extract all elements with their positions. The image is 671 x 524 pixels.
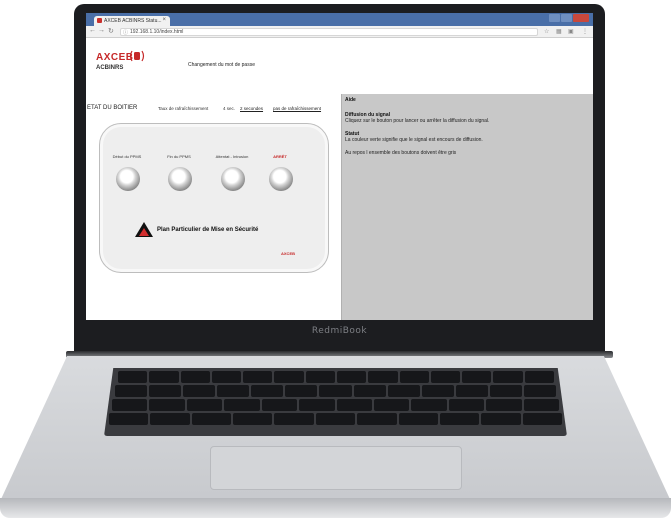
touchpad <box>210 446 462 490</box>
laptop-front-edge <box>0 498 671 518</box>
menu-icon[interactable]: ⋮ <box>582 28 588 35</box>
help-rest-text: Au repos l ensemble des boutons doivent … <box>345 150 457 156</box>
button-label-end: Fin du PPMS <box>167 154 191 159</box>
tab-close-icon[interactable]: × <box>162 17 166 23</box>
help-panel: Aide Diffusion du signal Cliquez sur le … <box>341 94 593 320</box>
help-section2-text: La couleur verte signifie que le signal … <box>345 137 483 143</box>
help-section1-text: Cliquez sur le bouton pour lancer ou arr… <box>345 118 490 124</box>
intrusion-button[interactable] <box>221 167 245 191</box>
ppms-end-button[interactable] <box>168 167 192 191</box>
refresh-label: Taux de rafraîchissement <box>158 106 209 111</box>
key-row <box>109 413 562 425</box>
browser-tab[interactable]: AXCEB ACBINRS Statu... × <box>94 16 170 26</box>
status-title: ETAT DU BOITIER <box>87 105 138 111</box>
forward-icon[interactable]: → <box>98 27 105 34</box>
url-text: 192.168.1.10/index.html <box>130 29 184 35</box>
key-row <box>112 399 560 411</box>
url-field[interactable]: ⓘ 192.168.1.10/index.html <box>120 28 538 36</box>
help-title: Aide <box>345 97 356 103</box>
device-logo: AXCEB <box>281 251 296 256</box>
extension-icon-2[interactable]: ▣ <box>568 28 574 35</box>
bookmark-star-icon[interactable]: ☆ <box>544 28 549 35</box>
window-close-button[interactable] <box>573 14 589 22</box>
key-row <box>115 385 557 397</box>
reload-icon[interactable]: ↻ <box>108 27 114 35</box>
extension-icon[interactable]: ▦ <box>556 28 562 35</box>
button-label-stop: ARRÊT <box>273 154 287 159</box>
keyboard <box>104 368 567 436</box>
tab-title: AXCEB ACBINRS Statu... <box>104 18 162 24</box>
maximize-button[interactable] <box>561 14 572 22</box>
browser-titlebar: AXCEB ACBINRS Statu... × <box>86 13 593 26</box>
broadcast-icon <box>129 50 145 62</box>
address-bar-row: ← → ↻ ⓘ 192.168.1.10/index.html ☆ ▦ ▣ ⋮ <box>86 26 593 38</box>
browser-window: AXCEB ACBINRS Statu... × ← → ↻ ⓘ 192.168… <box>86 13 593 320</box>
key-row <box>118 371 554 383</box>
info-icon: ⓘ <box>123 30 129 36</box>
refresh-option-none[interactable]: pas de rafraîchissement <box>273 106 321 111</box>
back-icon[interactable]: ← <box>89 27 96 34</box>
product-name: ACBINRS <box>96 65 124 71</box>
button-label-start: Début du PPMS <box>112 154 142 159</box>
laptop-photo: AXCEB ACBINRS Statu... × ← → ↻ ⓘ 192.168… <box>0 0 671 524</box>
window-controls <box>549 14 589 22</box>
ppms-start-button[interactable] <box>116 167 140 191</box>
change-password-link[interactable]: Changement du mot de passe <box>188 62 255 68</box>
device-panel: Début du PPMS Fin du PPMS Attentat - Int… <box>99 123 329 273</box>
laptop-brand: RedmiBook <box>311 326 368 336</box>
refresh-value: 4 sec. <box>223 106 236 111</box>
minimize-button[interactable] <box>549 14 560 22</box>
button-label-intrusion: Attentat - Intrusion <box>215 154 249 159</box>
refresh-option-2s[interactable]: 2 secondes <box>240 106 263 111</box>
warning-triangle-inner <box>139 228 149 236</box>
stop-button[interactable] <box>269 167 293 191</box>
plan-text: Plan Particulier de Mise en Sécurité <box>157 227 259 233</box>
favicon-icon <box>97 18 102 23</box>
